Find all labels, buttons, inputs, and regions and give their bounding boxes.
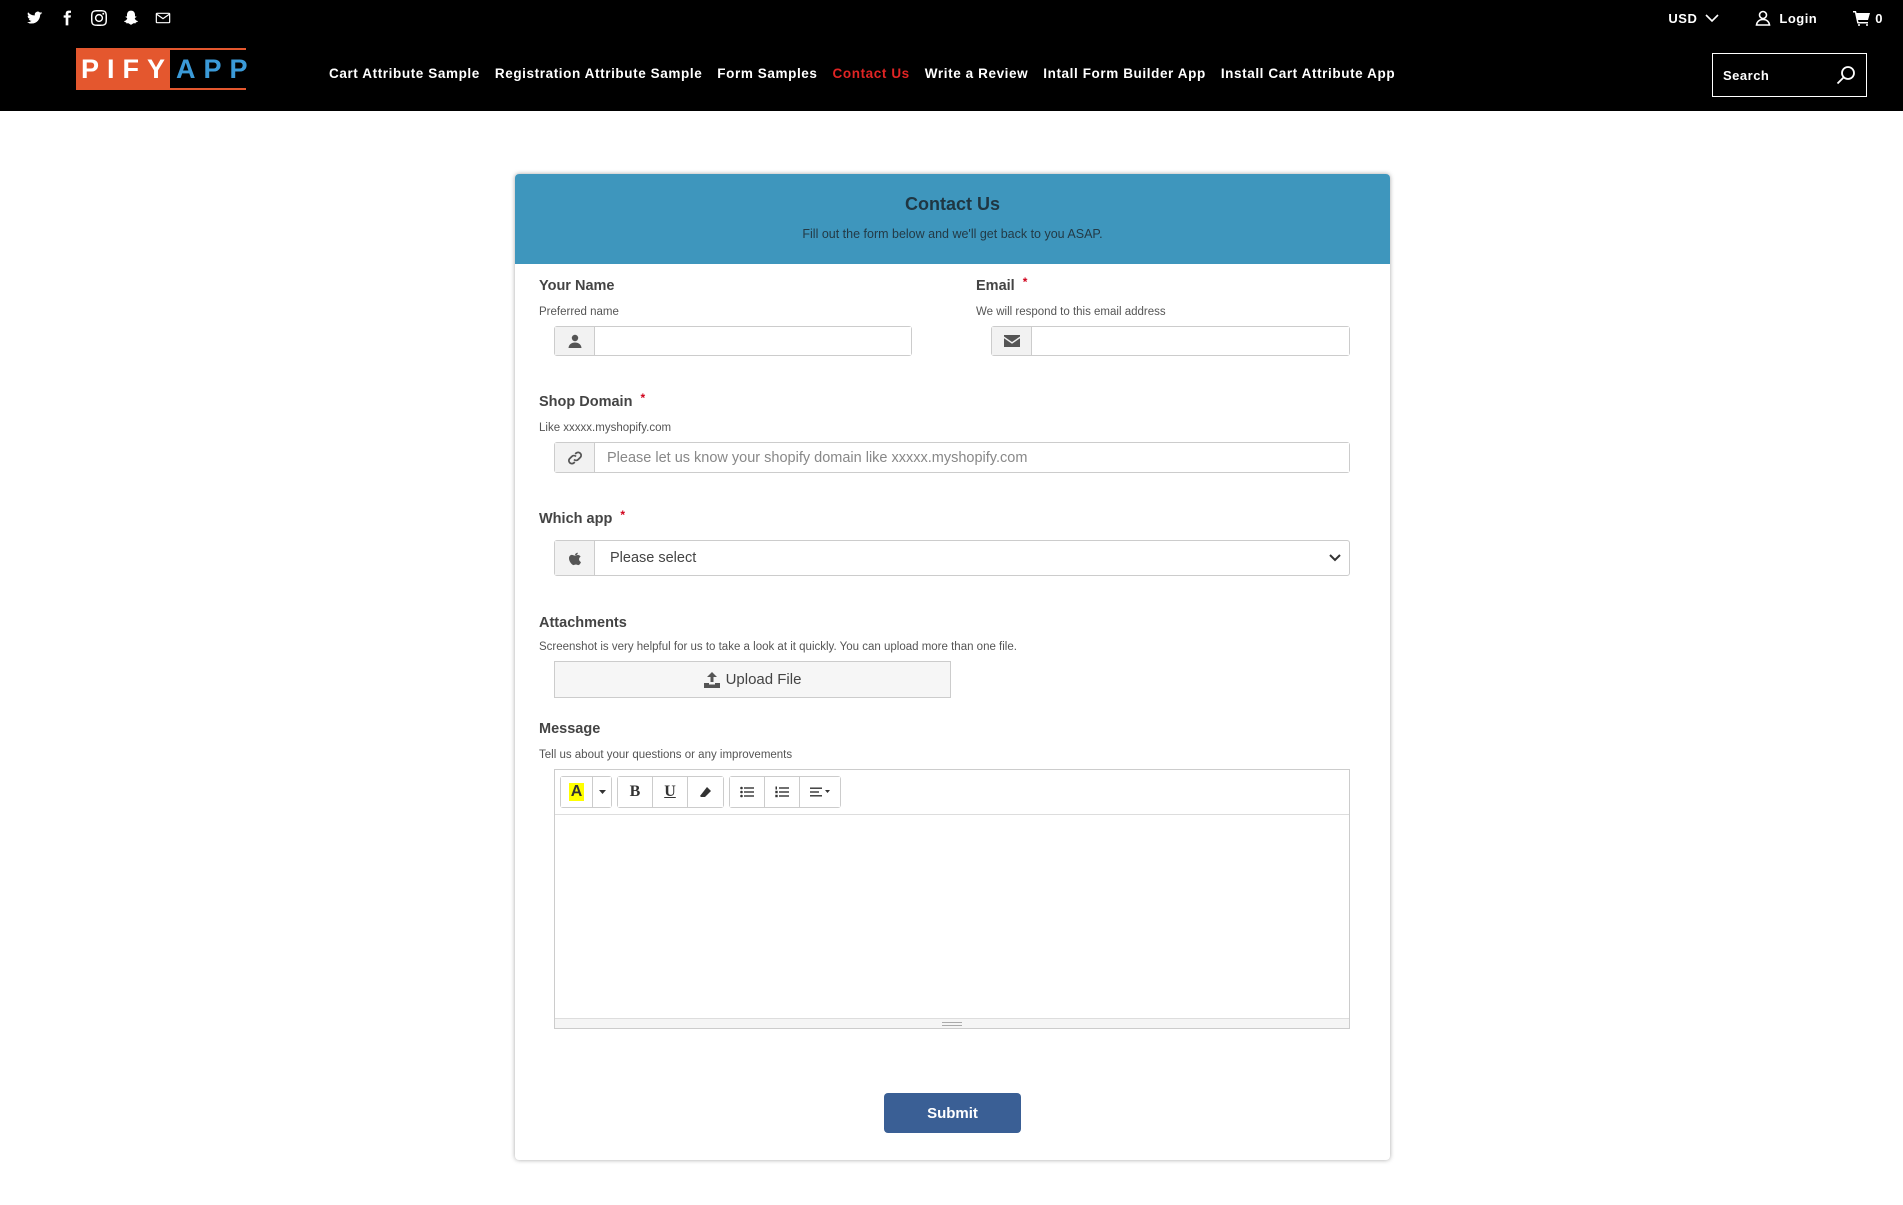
envelope-icon: [992, 327, 1032, 355]
ordered-list-button[interactable]: [765, 777, 800, 807]
shop-domain-label: Shop Domain *: [539, 391, 646, 410]
text-color-button[interactable]: A: [561, 777, 593, 807]
form-header: Contact Us Fill out the form below and w…: [515, 174, 1390, 264]
required-marker: *: [1022, 275, 1028, 289]
shop-domain-label-text: Shop Domain: [539, 394, 633, 410]
currency-label: USD: [1668, 10, 1698, 26]
nav-form-samples[interactable]: Form Samples: [717, 66, 817, 81]
which-app-select[interactable]: Please select: [595, 541, 1349, 575]
upload-file-button[interactable]: Upload File: [554, 661, 951, 698]
form-subtitle: Fill out the form below and we'll get ba…: [802, 227, 1103, 241]
login-label: Login: [1779, 10, 1818, 26]
facebook-icon[interactable]: [58, 9, 76, 27]
search-box: [1712, 53, 1867, 97]
caret-down-icon: [598, 790, 606, 794]
color-button-group: A: [560, 776, 612, 808]
logo-text-pify: PIFY: [78, 50, 170, 88]
user-icon: [555, 327, 595, 355]
grip-icon: [942, 1021, 962, 1026]
eraser-icon: [699, 787, 711, 797]
form-title: Contact Us: [904, 194, 1000, 214]
nav-write-a-review[interactable]: Write a Review: [925, 66, 1028, 81]
editor-toolbar: A B U: [555, 770, 1349, 815]
main-nav: Cart Attribute Sample Registration Attri…: [329, 66, 1395, 81]
name-input[interactable]: [595, 327, 911, 355]
which-app-label: Which app *: [539, 508, 625, 527]
cart-link[interactable]: 0: [1853, 10, 1883, 26]
clear-format-button[interactable]: [688, 777, 723, 807]
header-utilities: USD Login 0: [1668, 10, 1883, 26]
list-ol-icon: [775, 786, 789, 798]
nav-contact-us[interactable]: Contact Us: [833, 66, 910, 81]
nav-install-form-builder-app[interactable]: Intall Form Builder App: [1043, 66, 1206, 81]
currency-selector[interactable]: USD: [1668, 11, 1719, 26]
shop-domain-input[interactable]: [595, 443, 1349, 472]
contact-form-card: Contact Us Fill out the form below and w…: [515, 174, 1390, 1160]
align-dropdown-button[interactable]: [800, 777, 840, 807]
unordered-list-button[interactable]: [730, 777, 765, 807]
editor-resize-handle[interactable]: [555, 1018, 1349, 1028]
format-button-group: B U: [617, 776, 724, 808]
upload-file-label: Upload File: [725, 671, 802, 688]
message-editor: A B U: [554, 769, 1350, 1029]
cart-icon: [1853, 11, 1871, 26]
cart-count: 0: [1875, 10, 1883, 26]
nav-cart-attribute-sample[interactable]: Cart Attribute Sample: [329, 66, 480, 81]
search-icon[interactable]: [1836, 65, 1856, 85]
email-input[interactable]: [1032, 327, 1349, 355]
which-app-label-text: Which app: [539, 511, 613, 527]
nav-registration-attribute-sample[interactable]: Registration Attribute Sample: [495, 66, 702, 81]
message-help: Tell us about your questions or any impr…: [539, 749, 793, 761]
apple-icon: [555, 541, 595, 575]
which-app-selected: Please select: [610, 550, 697, 566]
name-field-group: [554, 326, 912, 356]
login-link[interactable]: Login: [1755, 10, 1817, 26]
attachments-label: Attachments: [539, 615, 627, 631]
list-button-group: [729, 776, 841, 808]
shop-domain-field-group: [554, 442, 1350, 473]
nav-install-cart-attribute-app[interactable]: Install Cart Attribute App: [1221, 66, 1395, 81]
snapchat-icon[interactable]: [122, 9, 140, 27]
email-help: We will respond to this email address: [976, 306, 1166, 318]
user-icon: [1755, 10, 1771, 26]
site-header: USD Login 0 PIFY APP Cart Attribute Samp…: [0, 0, 1903, 111]
email-field-group: [991, 326, 1350, 356]
mail-icon[interactable]: [154, 9, 172, 27]
required-marker: *: [640, 391, 646, 405]
attachments-help: Screenshot is very helpful for us to tak…: [539, 641, 1017, 653]
text-color-icon: A: [568, 783, 585, 801]
logo-text-app: APP: [170, 50, 256, 88]
chevron-down-icon: [1329, 554, 1341, 562]
email-label: Email *: [976, 275, 1028, 294]
bold-button[interactable]: B: [618, 777, 653, 807]
message-label: Message: [539, 721, 601, 737]
email-label-text: Email: [976, 278, 1015, 294]
name-help: Preferred name: [539, 306, 619, 318]
link-icon: [555, 443, 595, 472]
required-marker: *: [620, 508, 625, 522]
instagram-icon[interactable]: [90, 9, 108, 27]
list-ul-icon: [740, 786, 754, 798]
submit-button[interactable]: Submit: [884, 1093, 1021, 1133]
underline-button[interactable]: U: [653, 777, 688, 807]
name-label: Your Name: [539, 278, 615, 294]
which-app-field-group: Please select: [554, 540, 1350, 576]
search-input[interactable]: [1723, 67, 1833, 83]
chevron-down-icon: [1705, 14, 1719, 23]
color-dropdown-button[interactable]: [593, 777, 611, 807]
shop-domain-help: Like xxxxx.myshopify.com: [539, 422, 672, 434]
align-left-icon: [810, 787, 830, 797]
twitter-icon[interactable]: [26, 9, 44, 27]
upload-icon: [703, 671, 720, 688]
message-textarea[interactable]: [555, 815, 1349, 1027]
site-logo[interactable]: PIFY APP: [76, 48, 256, 90]
social-links: [26, 9, 172, 27]
